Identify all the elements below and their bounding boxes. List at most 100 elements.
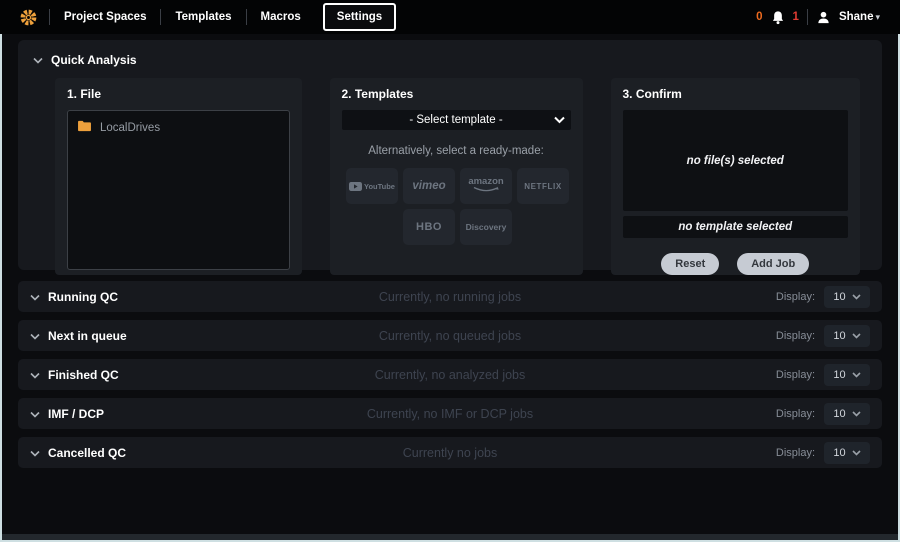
- chevron-down-icon: [30, 405, 40, 423]
- ready-made-label: Alternatively, select a ready-made:: [342, 145, 571, 157]
- file-panel-title: 1. File: [67, 87, 290, 101]
- confirm-panel-title: 3. Confirm: [623, 87, 849, 101]
- section-cancelled-qc: Cancelled QC Currently no jobs Display: …: [18, 437, 882, 468]
- brand-button-discovery[interactable]: Discovery: [460, 209, 512, 245]
- confirm-panel: 3. Confirm no file(s) selected no templa…: [611, 78, 861, 275]
- quick-analysis-title: Quick Analysis: [51, 53, 137, 67]
- chevron-down-icon: [33, 51, 43, 69]
- brand-button-amazon[interactable]: amazon: [460, 168, 512, 204]
- nav-tab-macros[interactable]: Macros: [247, 0, 315, 34]
- user-avatar-icon[interactable]: [816, 10, 831, 25]
- quick-analysis-panel: Quick Analysis 1. File LocalDrives: [18, 40, 882, 270]
- nav-tab-templates[interactable]: Templates: [161, 0, 245, 34]
- display-count-dropdown[interactable]: 10: [824, 364, 870, 386]
- ready-made-brand-grid: YouTube vimeo amazon: [342, 168, 574, 245]
- no-files-text: no file(s) selected: [687, 155, 784, 167]
- display-count-dropdown[interactable]: 10: [824, 403, 870, 425]
- templates-panel-title: 2. Templates: [342, 87, 571, 101]
- chevron-down-icon: [852, 369, 861, 381]
- template-select-value: - Select template -: [409, 114, 502, 126]
- section-toggle[interactable]: Cancelled QC: [30, 444, 126, 462]
- folder-icon: [77, 119, 92, 137]
- section-running-qc: Running QC Currently, no running jobs Di…: [18, 281, 882, 312]
- display-count-dropdown[interactable]: 10: [824, 325, 870, 347]
- chevron-down-icon: [852, 447, 861, 459]
- brand-button-hbo[interactable]: HBO: [403, 209, 455, 245]
- reset-button[interactable]: Reset: [661, 253, 719, 275]
- display-count-value: 10: [833, 447, 845, 459]
- section-toggle[interactable]: IMF / DCP: [30, 405, 104, 423]
- selected-files-box: no file(s) selected: [623, 110, 849, 211]
- section-next-in-queue: Next in queue Currently, no queued jobs …: [18, 320, 882, 351]
- brand-label: NETFLIX: [524, 182, 562, 191]
- section-title: Running QC: [48, 290, 118, 304]
- brand-label: vimeo: [412, 180, 445, 192]
- section-toggle[interactable]: Running QC: [30, 288, 118, 306]
- display-count-value: 10: [833, 291, 845, 303]
- add-job-button[interactable]: Add Job: [737, 253, 809, 275]
- chevron-down-icon: [30, 288, 40, 306]
- no-template-text: no template selected: [678, 221, 792, 233]
- section-imf-dcp: IMF / DCP Currently, no IMF or DCP jobs …: [18, 398, 882, 429]
- section-title: IMF / DCP: [48, 407, 104, 421]
- user-menu[interactable]: Shane ▾: [839, 11, 880, 23]
- display-count-value: 10: [833, 330, 845, 342]
- navbar-right-cluster: 0 1 Shane ▾: [756, 9, 880, 25]
- section-finished-qc: Finished QC Currently, no analyzed jobs …: [18, 359, 882, 390]
- brand-label: YouTube: [364, 182, 395, 191]
- brand-label: Discovery: [466, 222, 507, 232]
- display-label: Display:: [776, 447, 815, 459]
- display-count-dropdown[interactable]: 10: [824, 286, 870, 308]
- notification-count-orange: 0: [756, 11, 762, 23]
- brand-button-youtube[interactable]: YouTube: [346, 168, 398, 204]
- brand-button-netflix[interactable]: NETFLIX: [517, 168, 569, 204]
- amazon-smile-icon: [473, 186, 499, 195]
- nav-tab-settings[interactable]: Settings: [323, 3, 396, 31]
- window-bottom-bar: [2, 534, 898, 540]
- chevron-down-icon: [30, 327, 40, 345]
- section-toggle[interactable]: Next in queue: [30, 327, 127, 345]
- chevron-down-icon: [852, 291, 861, 303]
- section-status-text: Currently, no analyzed jobs: [18, 368, 882, 382]
- selected-template-bar: no template selected: [623, 216, 849, 238]
- section-title: Finished QC: [48, 368, 119, 382]
- quick-analysis-header[interactable]: Quick Analysis: [18, 40, 882, 69]
- display-label: Display:: [776, 291, 815, 303]
- section-status-text: Currently, no IMF or DCP jobs: [18, 407, 882, 421]
- templates-panel: 2. Templates - Select template - Alterna…: [330, 78, 583, 275]
- chevron-down-icon: [852, 330, 861, 342]
- display-count-value: 10: [833, 408, 845, 420]
- chevron-down-icon: [30, 366, 40, 384]
- section-status-text: Currently no jobs: [18, 446, 882, 460]
- nav-tab-project-spaces[interactable]: Project Spaces: [50, 0, 160, 34]
- file-panel: 1. File LocalDrives: [55, 78, 302, 275]
- section-status-text: Currently, no running jobs: [18, 290, 882, 304]
- brand-label: HBO: [416, 221, 442, 233]
- display-count-dropdown[interactable]: 10: [824, 442, 870, 464]
- app-logo-gear-icon[interactable]: [20, 9, 37, 26]
- section-title: Cancelled QC: [48, 446, 126, 460]
- display-count-value: 10: [833, 369, 845, 381]
- bell-icon[interactable]: [771, 10, 785, 25]
- template-select-dropdown[interactable]: - Select template -: [342, 110, 571, 130]
- tree-item-localdrives[interactable]: LocalDrives: [77, 119, 280, 137]
- display-label: Display:: [776, 369, 815, 381]
- brand-button-vimeo[interactable]: vimeo: [403, 168, 455, 204]
- chevron-down-icon: [852, 408, 861, 420]
- user-name: Shane: [839, 11, 874, 23]
- section-toggle[interactable]: Finished QC: [30, 366, 119, 384]
- chevron-down-icon: [554, 115, 565, 127]
- brand-label: amazon: [468, 178, 503, 186]
- main-content: Quick Analysis 1. File LocalDrives: [0, 34, 900, 542]
- youtube-play-icon: [349, 179, 362, 194]
- chevron-down-icon: [30, 444, 40, 462]
- display-label: Display:: [776, 408, 815, 420]
- section-title: Next in queue: [48, 329, 127, 343]
- file-browser-tree[interactable]: LocalDrives: [67, 110, 290, 270]
- chevron-down-icon: ▾: [875, 12, 880, 23]
- section-status-text: Currently, no queued jobs: [18, 329, 882, 343]
- notification-count-red: 1: [793, 11, 799, 23]
- tree-item-label: LocalDrives: [100, 122, 160, 134]
- nav-divider: [807, 9, 808, 25]
- display-label: Display:: [776, 330, 815, 342]
